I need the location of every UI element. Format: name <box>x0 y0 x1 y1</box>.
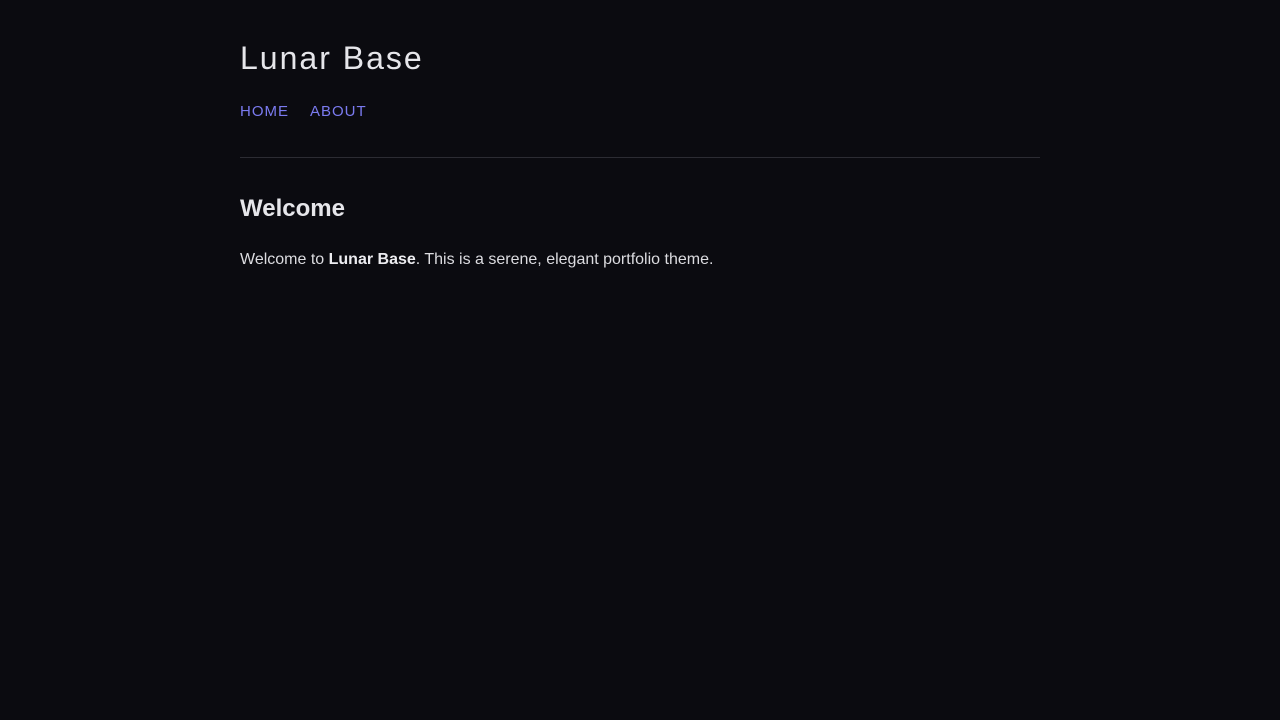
main-nav: Home About <box>240 103 367 121</box>
intro-site-name: Lunar Base <box>328 251 416 268</box>
page-heading: Welcome <box>240 195 345 222</box>
intro-text-after: . This is a serene, elegant portfolio th… <box>415 251 714 268</box>
intro-text-before: Welcome to <box>240 251 329 268</box>
site-title: Lunar Base <box>240 40 424 76</box>
nav-link-home[interactable]: Home <box>240 103 289 121</box>
intro-paragraph: Welcome to Lunar Base. This is a serene,… <box>240 250 713 270</box>
nav-link-about[interactable]: About <box>310 103 367 121</box>
header-divider <box>240 157 1040 158</box>
